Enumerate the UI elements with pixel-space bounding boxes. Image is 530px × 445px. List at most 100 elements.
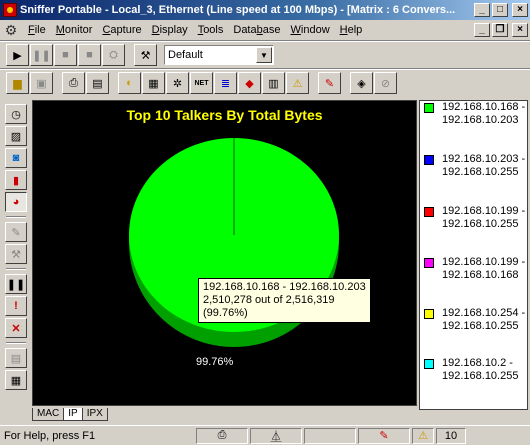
close-button[interactable]: × [512,3,528,17]
host-table-icon: ▦ [148,77,159,90]
expert-button[interactable]: ✎ [318,72,341,94]
filter-tool-icon: ⚒ [140,49,151,62]
print-preview-button[interactable]: ▤ [86,72,109,94]
outline-button[interactable]: ▨ [5,126,27,146]
matrix-icon: ✲ [172,77,183,90]
history-samples-button[interactable]: ≣ [214,72,237,94]
tab-ip[interactable]: IP [63,408,83,421]
expert-icon: ✎ [324,77,335,90]
app-icon[interactable] [3,3,17,17]
chevron-down-icon[interactable]: ▼ [256,47,272,63]
pause-button[interactable]: ❚❚ [5,274,27,294]
dashboard-button[interactable]: ◐ [118,72,141,94]
tooltip-address-pair: 192.168.10.168 - 192.168.10.203 [203,281,366,293]
protocol-distribution-button[interactable]: ◆ [238,72,261,94]
legend-swatch-yellow [424,309,434,319]
preview-icon: ▤ [92,77,103,90]
legend-item[interactable]: 192.168.10.2 -192.168.10.255 [424,357,528,383]
menu-bar: ⚙ File Monitor Capture Display Tools Dat… [0,20,530,40]
alarm-log-button[interactable]: ⚠ [286,72,309,94]
zoom-button[interactable]: ◙ [5,148,27,168]
menu-database[interactable]: Database [228,24,285,36]
legend-swatch-magenta [424,258,434,268]
expert-tool-button[interactable]: ✎ [5,222,27,242]
status-alarm-cell: ⚠ [412,427,434,444]
status-bar: For Help, press F1 ⎙ ⏅ ✎ ⚠ 10 [0,425,530,445]
properties-icon: ▤ [10,352,22,365]
display-button[interactable]: ⛭ [102,44,125,66]
mdi-minimize-button[interactable]: _ [474,23,490,37]
bar-chart-icon: ▮ [12,174,20,187]
maximize-button[interactable]: □ [492,3,508,17]
notes-icon: ▦ [10,374,22,387]
protocol-icon: ◆ [245,77,254,90]
main-toolbar: ▆ ▣ ⎙ ▤ ◐ ▦ ✲ NET ≣ ◆ ▥ ⚠ ✎ ◈ ⊘ [0,70,530,96]
gauge-button[interactable]: ◷ [5,104,27,124]
host-table-button[interactable]: ▦ [142,72,165,94]
tab-mac[interactable]: MAC [32,408,65,421]
printer-icon: ⎙ [69,76,78,89]
mdi-close-button[interactable]: × [512,23,528,37]
tab-ipx[interactable]: IPX [81,408,108,421]
status-count: 10 [436,427,466,444]
slice-tooltip: 192.168.10.168 - 192.168.10.203 2,510,27… [198,278,371,323]
document-icon[interactable]: ⚙ [3,22,19,38]
exclamation-icon: ! [14,300,18,312]
legend-swatch-green [424,103,434,113]
global-statistics-button[interactable]: ▥ [262,72,285,94]
capture-toolbar: ▶ ❚❚ ■ ■ ⛭ ⚒ Default ▼ [0,42,530,68]
legend-item[interactable]: 192.168.10.199 -192.168.10.168 [424,256,528,282]
menu-window[interactable]: Window [286,24,335,36]
open-button[interactable]: ▆ [6,72,29,94]
expert-icon: ✎ [379,430,389,442]
dashboard-icon: ◐ [126,77,133,89]
matrix-button[interactable]: ✲ [166,72,189,94]
stop-display-button[interactable]: ■ [78,44,101,66]
legend-item[interactable]: 192.168.10.199 -192.168.10.255 [424,205,528,231]
start-capture-button[interactable]: ▶ [6,44,29,66]
minimize-button[interactable]: _ [474,3,490,17]
tooltip-bytes: 2,510,278 out of 2,516,319 [203,294,335,306]
protocol-tabs: MAC IP IPX [32,407,108,421]
application-response-button[interactable]: NET [190,72,213,94]
outline-icon: ▨ [10,130,22,143]
mdi-restore-button[interactable]: ❐ [492,23,508,37]
pie-chart-icon: ◕ [12,196,20,208]
legend-item[interactable]: 192.168.10.168 -192.168.10.203 [424,101,528,127]
disabled-button[interactable]: ⊘ [374,72,397,94]
print-button[interactable]: ⎙ [62,72,85,94]
network-icon: ⏅ [270,430,282,443]
define-tool-button[interactable]: ⚒ [5,244,27,264]
save-button[interactable]: ▣ [30,72,53,94]
properties-button[interactable]: ▤ [5,348,27,368]
filter-select[interactable]: Default ▼ [164,45,274,65]
address-book-button[interactable]: ◈ [350,72,373,94]
prohibited-icon: ⊘ [380,77,391,90]
menu-tools[interactable]: Tools [193,24,229,36]
menu-monitor[interactable]: Monitor [51,24,98,36]
menu-file[interactable]: File [23,24,51,36]
pie-chart-button[interactable]: ◕ [5,192,27,212]
legend-swatch-red [424,207,434,217]
alarm-icon: ⚠ [292,77,303,90]
menu-capture[interactable]: Capture [97,24,146,36]
menu-display[interactable]: Display [147,24,193,36]
filter-select-value: Default [168,49,203,61]
define-filter-button[interactable]: ⚒ [134,44,157,66]
notes-button[interactable]: ▦ [5,370,27,390]
stop-capture-button[interactable]: ■ [54,44,77,66]
left-toolbar-divider-2 [6,268,26,270]
menu-help[interactable]: Help [335,24,368,36]
left-toolbar-divider [6,216,26,218]
legend-item[interactable]: 192.168.10.254 -192.168.10.255 [424,307,528,333]
clear-button[interactable]: ✕ [5,318,27,338]
stop-icon: ■ [62,49,69,61]
left-toolbar-divider-3 [6,342,26,344]
legend-item[interactable]: 192.168.10.203 -192.168.10.255 [424,153,528,179]
bar-chart-button[interactable]: ▮ [5,170,27,190]
pause-capture-button[interactable]: ❚❚ [30,44,53,66]
floppy-icon: ▣ [36,77,47,90]
pen-icon: ✎ [11,226,21,239]
pie-chart-panel: Top 10 Talkers By Total Bytes 192.168.10… [32,100,417,406]
alert-button[interactable]: ! [5,296,27,316]
